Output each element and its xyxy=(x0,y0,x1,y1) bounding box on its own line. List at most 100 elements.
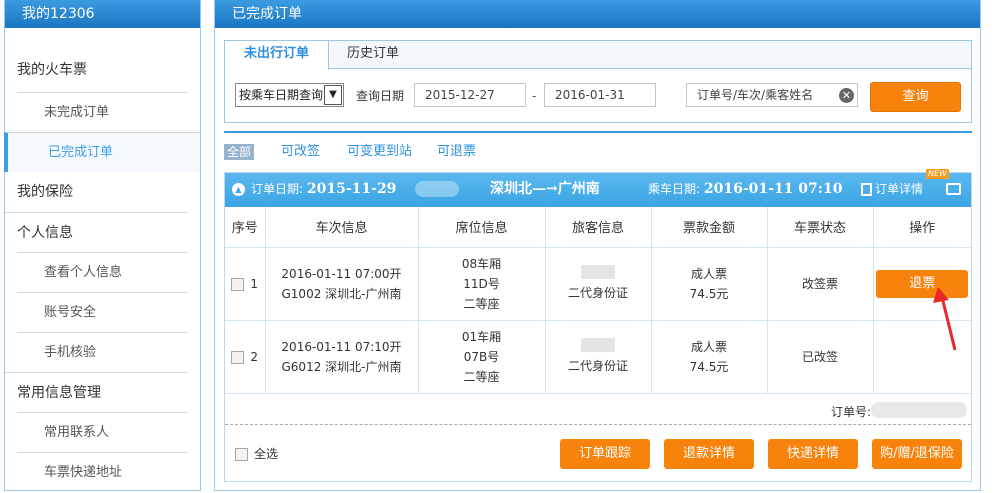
order-detail-label: 订单详情 xyxy=(875,182,924,196)
order-route: 深圳北—→广州南 xyxy=(490,181,600,197)
col-passenger: 旅客信息 xyxy=(545,207,652,248)
ticket-table: 序号 车次信息 席位信息 旅客信息 票款金额 车票状态 操作 1 2016-01… xyxy=(225,207,971,394)
filter-all[interactable]: 全部 xyxy=(224,144,255,160)
ride-date: 2016-01-11 07:10 xyxy=(703,181,843,197)
sidebar-menu: 我的火车票 未完成订单 已完成订单 我的保险 个人信息 查看个人信息 账号安全 … xyxy=(4,28,200,492)
new-badge: NEW xyxy=(926,169,949,179)
ticket-price: 74.5元 xyxy=(689,359,729,374)
tab-upcoming[interactable]: 未出行订单 xyxy=(225,41,329,70)
sidebar-item-delivery-address[interactable]: 车票快递地址 xyxy=(17,452,188,492)
order-footer: 全选 订单跟踪 退款详情 快递详情 购/赠/退保险 xyxy=(225,435,971,475)
page-title: 已完成订单 xyxy=(215,0,980,28)
col-index: 序号 xyxy=(225,207,266,248)
select-all-checkbox[interactable] xyxy=(235,448,248,461)
col-seat: 席位信息 xyxy=(418,207,546,248)
date-separator: - xyxy=(532,89,537,103)
express-detail-button[interactable]: 快递详情 xyxy=(768,439,858,469)
keyword-placeholder: 订单号/车次/乘客姓名 xyxy=(697,88,814,102)
blurred-order-number xyxy=(871,402,967,418)
main-panel: 已完成订单 未出行订单 历史订单 按乘车日期查询 ▼ 查询日期 2015-12-… xyxy=(214,0,981,491)
tab-history[interactable]: 历史订单 xyxy=(329,41,417,69)
keyword-input[interactable]: 订单号/车次/乘客姓名 ✕ xyxy=(686,83,858,107)
sidebar-group-personal-info[interactable]: 个人信息 xyxy=(5,212,188,252)
seat-class: 二等座 xyxy=(463,369,500,384)
seat-no: 07B号 xyxy=(463,349,500,364)
sidebar-item-phone-verify[interactable]: 手机核验 xyxy=(17,332,188,372)
row-index: 2 xyxy=(250,349,259,364)
sidebar-item-completed-orders[interactable]: 已完成订单 xyxy=(4,132,200,172)
sidebar-item-account-security[interactable]: 账号安全 xyxy=(17,292,188,332)
row-checkbox[interactable] xyxy=(231,277,245,291)
order-card: ▲ 订单日期: 2015-11-29 深圳北—→广州南 乘车日期: 2016-0… xyxy=(224,169,972,482)
table-row: 2 2016-01-11 07:10开 G6012 深圳北-广州南 01车厢 07B… xyxy=(225,320,971,394)
chevron-down-icon[interactable]: ▼ xyxy=(324,85,342,105)
order-header: ▲ 订单日期: 2015-11-29 深圳北—→广州南 乘车日期: 2016-0… xyxy=(225,169,971,207)
ticket-price: 74.5元 xyxy=(689,286,729,301)
order-date: 2015-11-29 xyxy=(306,181,397,197)
select-all-label: 全选 xyxy=(254,447,279,461)
row-checkbox[interactable] xyxy=(231,350,245,364)
red-arrow-annotation xyxy=(933,287,957,351)
query-box: 未出行订单 历史订单 按乘车日期查询 ▼ 查询日期 2015-12-27 - 2… xyxy=(224,40,972,123)
sidebar-group-common-info[interactable]: 常用信息管理 xyxy=(5,372,188,412)
id-type: 二代身份证 xyxy=(567,358,628,373)
table-row: 1 2016-01-11 07:00开 G1002 深圳北-广州南 08车厢 11D… xyxy=(225,247,971,321)
sidebar-group-insurance[interactable]: 我的保险 xyxy=(5,172,188,212)
arrow-head xyxy=(933,287,949,303)
document-icon xyxy=(861,183,872,196)
filter-changeable[interactable]: 可改签 xyxy=(281,143,320,161)
ride-date-label: 乘车日期: xyxy=(648,182,701,196)
ticket-status: 已改签 xyxy=(767,320,874,394)
sidebar-item-view-personal-info[interactable]: 查看个人信息 xyxy=(17,252,188,292)
seat-no: 11D号 xyxy=(463,276,500,291)
ticket-type: 成人票 xyxy=(690,339,727,354)
seat-car: 08车厢 xyxy=(461,256,502,271)
refund-detail-button[interactable]: 退款详情 xyxy=(664,439,754,469)
query-row: 按乘车日期查询 ▼ 查询日期 2015-12-27 - 2016-01-31 订… xyxy=(225,82,971,112)
query-date-label: 查询日期 xyxy=(356,89,405,103)
query-mode-select[interactable]: 按乘车日期查询 ▼ xyxy=(235,83,344,107)
clear-icon[interactable]: ✕ xyxy=(839,88,854,103)
sidebar-title: 我的12306 xyxy=(5,0,200,28)
seat-class: 二等座 xyxy=(463,296,500,311)
collapse-icon[interactable]: ▲ xyxy=(232,183,245,196)
col-price: 票款金额 xyxy=(651,207,768,248)
ticket-type: 成人票 xyxy=(690,266,727,281)
table-header-row: 序号 车次信息 席位信息 旅客信息 票款金额 车票状态 操作 xyxy=(225,207,971,248)
search-button[interactable]: 查询 xyxy=(870,82,961,112)
order-number-label: 订单号: xyxy=(830,405,871,419)
id-type: 二代身份证 xyxy=(567,285,628,300)
row-index: 1 xyxy=(250,276,259,291)
date-to-input[interactable]: 2016-01-31 xyxy=(544,83,656,107)
blurred-passenger-name xyxy=(581,264,615,279)
col-train: 车次信息 xyxy=(265,207,419,248)
date-from-input[interactable]: 2015-12-27 xyxy=(414,83,526,107)
divider xyxy=(224,131,972,133)
train-time: 2016-01-11 07:10开 xyxy=(281,339,402,354)
sidebar-group-train-tickets[interactable]: 我的火车票 xyxy=(5,48,188,92)
order-date-label: 订单日期: xyxy=(251,182,304,196)
insurance-button[interactable]: 购/赠/退保险 xyxy=(872,439,962,469)
col-action: 操作 xyxy=(873,207,971,248)
query-mode-value: 按乘车日期查询 xyxy=(239,88,324,102)
arrow-shaft xyxy=(940,296,957,351)
col-status: 车票状态 xyxy=(767,207,874,248)
sidebar-item-contacts[interactable]: 常用联系人 xyxy=(17,412,188,452)
seat-car: 01车厢 xyxy=(461,329,502,344)
blurred-name xyxy=(415,181,459,197)
order-detail-link[interactable]: 订单详情 xyxy=(861,173,923,205)
order-number-row: 订单号: xyxy=(225,395,971,425)
train-time: 2016-01-11 07:00开 xyxy=(281,266,402,281)
order-track-button[interactable]: 订单跟踪 xyxy=(560,439,650,469)
sidebar-item-unfinished-orders[interactable]: 未完成订单 xyxy=(17,92,188,132)
blurred-passenger-name xyxy=(581,337,615,352)
order-tabs: 未出行订单 历史订单 xyxy=(225,41,971,70)
train-route: G6012 深圳北-广州南 xyxy=(281,359,402,374)
train-route: G1002 深圳北-广州南 xyxy=(281,286,402,301)
printer-icon[interactable] xyxy=(946,183,961,195)
filter-refundable[interactable]: 可退票 xyxy=(437,143,476,161)
filter-change-station[interactable]: 可变更到站 xyxy=(347,143,412,161)
select-all[interactable]: 全选 xyxy=(235,445,278,462)
ticket-status: 改签票 xyxy=(767,247,874,321)
sidebar: 我的12306 我的火车票 未完成订单 已完成订单 我的保险 个人信息 查看个人… xyxy=(4,0,201,491)
